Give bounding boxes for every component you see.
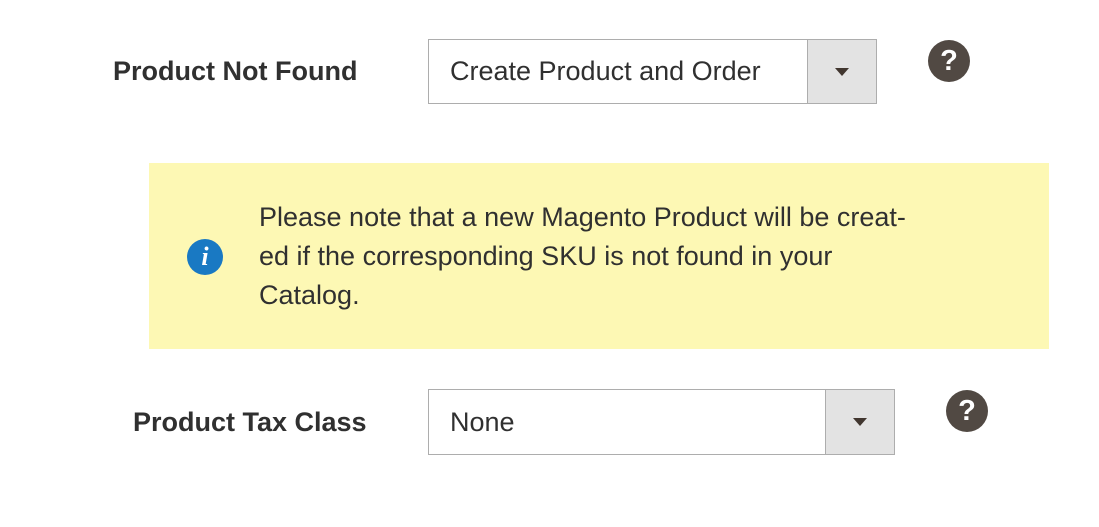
product-not-found-select[interactable]: Create Product and Order <box>428 39 877 104</box>
notice-line: ed if the corresponding SKU is not found… <box>259 241 833 271</box>
product-tax-class-select[interactable]: None <box>428 389 895 455</box>
chevron-down-icon <box>853 418 867 426</box>
product-not-found-label: Product Not Found <box>113 56 358 86</box>
notice-line: Please note that a new Magento Product w… <box>259 202 906 232</box>
product-tax-class-label: Product Tax Class <box>133 407 367 437</box>
info-circle-icon: i <box>187 239 223 275</box>
notice-text: Please note that a new Magento Product w… <box>259 198 906 315</box>
question-circle-icon[interactable]: ? <box>946 390 988 432</box>
product-notice-message: i Please note that a new Magento Product… <box>149 163 1049 349</box>
product-tax-class-select-value: None <box>450 406 515 437</box>
notice-line: Catalog. <box>259 280 360 310</box>
product-tax-class-select-arrow[interactable] <box>825 390 894 454</box>
product-not-found-select-value: Create Product and Order <box>450 56 761 86</box>
product-not-found-select-arrow[interactable] <box>807 40 876 103</box>
question-circle-icon[interactable]: ? <box>928 40 970 82</box>
chevron-down-icon <box>835 67 849 76</box>
